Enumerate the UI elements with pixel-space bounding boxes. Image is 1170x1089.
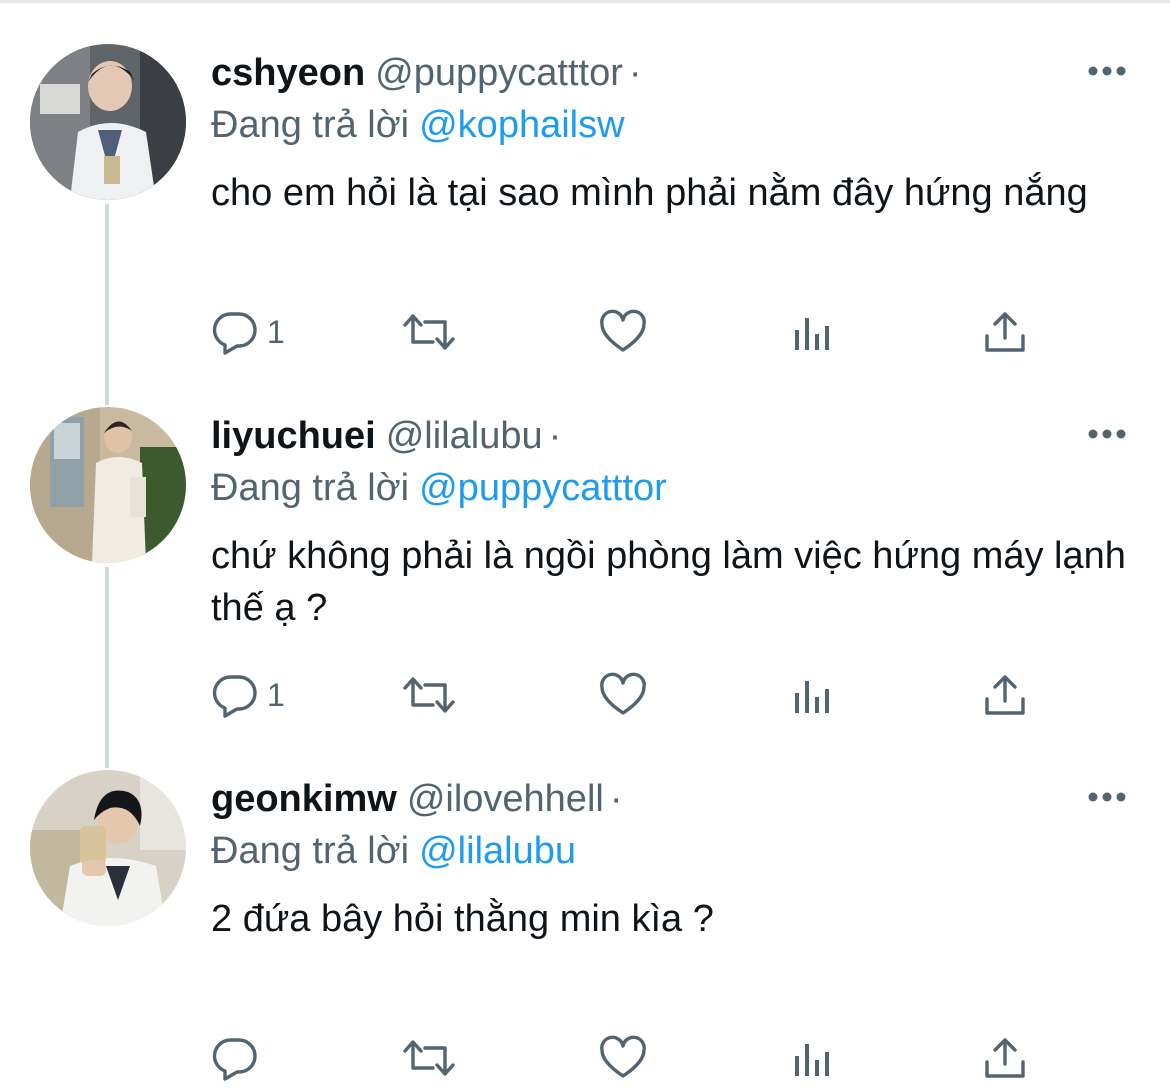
heart-icon bbox=[600, 309, 646, 352]
replying-to-link[interactable]: @lilalubu bbox=[419, 830, 576, 872]
tweet-actions bbox=[211, 1034, 1071, 1082]
like-button[interactable] bbox=[598, 308, 648, 356]
analytics-button[interactable] bbox=[791, 308, 835, 356]
more-options-button[interactable] bbox=[1087, 790, 1127, 804]
display-name[interactable]: liyuchuei bbox=[211, 415, 376, 457]
reply-bubble-icon bbox=[212, 1038, 257, 1081]
separator-dot: · bbox=[628, 52, 642, 94]
retweet-button[interactable] bbox=[401, 308, 457, 356]
more-dots-icon bbox=[1088, 429, 1126, 439]
retweet-icon bbox=[403, 677, 455, 713]
more-dots-icon bbox=[1088, 66, 1126, 76]
replying-to-line: Đang trả lời @lilalubu bbox=[211, 826, 576, 876]
user-handle[interactable]: @puppycatttor bbox=[375, 52, 623, 94]
avatar[interactable] bbox=[30, 770, 186, 926]
tweet[interactable]: cshyeon @puppycatttor · Đang trả lời @kopha… bbox=[0, 0, 1170, 363]
share-button[interactable] bbox=[981, 308, 1029, 356]
retweet-button[interactable] bbox=[401, 1034, 457, 1082]
reply-bubble-icon bbox=[212, 312, 257, 355]
replying-to-link[interactable]: @puppycatttor bbox=[419, 467, 667, 509]
reply-bubble-icon bbox=[212, 675, 257, 718]
like-button[interactable] bbox=[598, 671, 648, 719]
retweet-icon bbox=[403, 314, 455, 350]
tweet[interactable]: geonkimw @ilovehhell · Đang trả lời @lilalu… bbox=[0, 726, 1170, 1089]
separator-dot: · bbox=[609, 778, 623, 820]
analytics-bars-icon bbox=[795, 681, 829, 713]
tweet-actions: 1 bbox=[211, 671, 1071, 719]
tweet[interactable]: liyuchuei @lilalubu · Đang trả lời @puppyca… bbox=[0, 363, 1170, 726]
share-upload-icon bbox=[985, 1038, 1025, 1078]
separator-dot: · bbox=[548, 415, 562, 457]
tweet-header: cshyeon @puppycatttor · bbox=[211, 48, 642, 98]
tweet-text: cho em hỏi là tại sao mình phải nằm đây … bbox=[211, 172, 1088, 214]
tweet-header: liyuchuei @lilalubu · bbox=[211, 411, 561, 461]
analytics-bars-icon bbox=[795, 1044, 829, 1076]
like-button[interactable] bbox=[598, 1034, 648, 1082]
analytics-bars-icon bbox=[795, 318, 829, 350]
tweet-header: geonkimw @ilovehhell · bbox=[211, 774, 622, 824]
heart-icon bbox=[600, 1035, 646, 1078]
more-options-button[interactable] bbox=[1087, 427, 1127, 441]
reply-count: 1 bbox=[267, 677, 285, 713]
replying-to-label: Đang trả lời bbox=[211, 104, 410, 146]
replying-to-label: Đang trả lời bbox=[211, 830, 410, 872]
tweet-text: 2 đứa bây hỏi thằng min kìa ? bbox=[211, 898, 714, 940]
retweet-icon bbox=[403, 1040, 455, 1076]
retweet-button[interactable] bbox=[401, 671, 457, 719]
share-button[interactable] bbox=[981, 671, 1029, 719]
replying-to-line: Đang trả lời @puppycatttor bbox=[211, 463, 667, 513]
avatar[interactable] bbox=[30, 407, 186, 563]
more-options-button[interactable] bbox=[1087, 64, 1127, 78]
share-button[interactable] bbox=[981, 1034, 1029, 1082]
share-upload-icon bbox=[985, 312, 1025, 352]
reply-button[interactable] bbox=[211, 1034, 267, 1082]
tweet-actions: 1 bbox=[211, 308, 1071, 356]
replying-to-label: Đang trả lời bbox=[211, 467, 410, 509]
tweet-text: chứ không phải là ngồi phòng làm việc hứ… bbox=[211, 535, 1126, 629]
avatar[interactable] bbox=[30, 44, 186, 200]
share-upload-icon bbox=[985, 675, 1025, 715]
more-dots-icon bbox=[1088, 792, 1126, 802]
reply-button[interactable]: 1 bbox=[211, 308, 285, 356]
reply-button[interactable]: 1 bbox=[211, 671, 285, 719]
user-handle[interactable]: @lilalubu bbox=[386, 415, 543, 457]
display-name[interactable]: geonkimw bbox=[211, 778, 397, 820]
analytics-button[interactable] bbox=[791, 671, 835, 719]
reply-count: 1 bbox=[267, 314, 285, 350]
heart-icon bbox=[600, 672, 646, 715]
replying-to-link[interactable]: @kophailsw bbox=[419, 104, 624, 146]
display-name[interactable]: cshyeon bbox=[211, 52, 365, 94]
replying-to-line: Đang trả lời @kophailsw bbox=[211, 100, 625, 150]
user-handle[interactable]: @ilovehhell bbox=[407, 778, 604, 820]
analytics-button[interactable] bbox=[791, 1034, 835, 1082]
